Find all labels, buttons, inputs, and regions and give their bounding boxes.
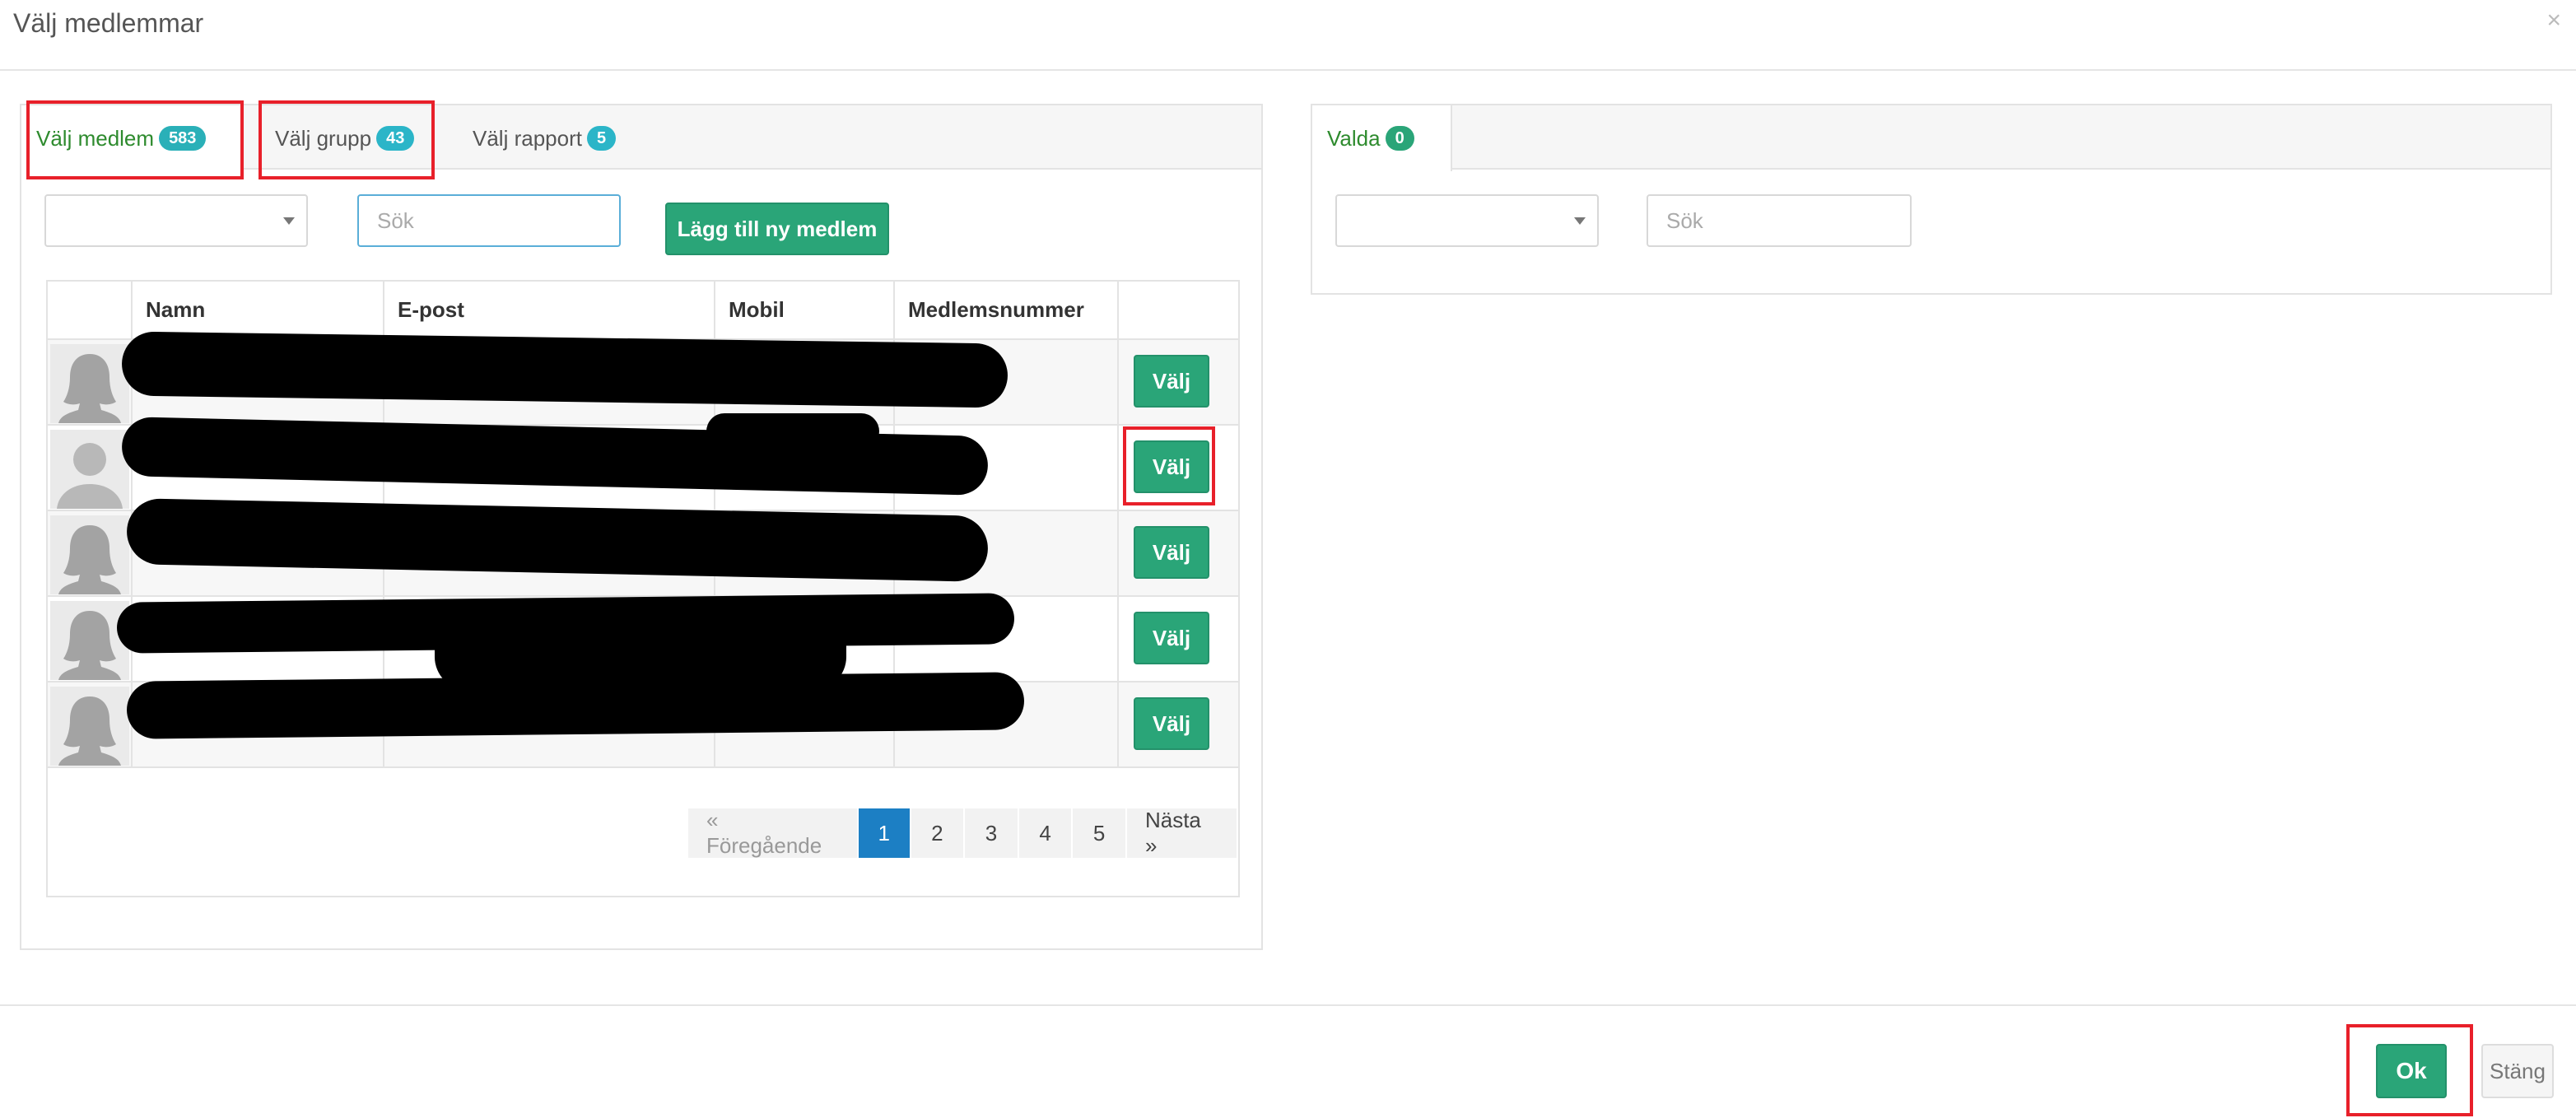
member-number-cell bbox=[894, 425, 1119, 511]
selected-search-input[interactable] bbox=[1647, 194, 1912, 247]
tab-count-badge: 43 bbox=[376, 126, 415, 151]
mobile-cell bbox=[715, 510, 895, 597]
select-member-button[interactable]: Välj bbox=[1134, 355, 1209, 408]
tab-count-badge: 0 bbox=[1385, 126, 1414, 151]
select-member-button[interactable]: Välj bbox=[1134, 526, 1209, 579]
male-avatar-icon bbox=[49, 430, 129, 509]
member-filter-select[interactable] bbox=[44, 194, 308, 247]
select-member-button[interactable]: Välj bbox=[1134, 440, 1209, 493]
close-button[interactable]: Stäng bbox=[2481, 1044, 2554, 1098]
action-cell: Välj bbox=[1118, 339, 1238, 426]
pagination-page-4[interactable]: 4 bbox=[1018, 808, 1074, 858]
email-cell bbox=[384, 425, 715, 511]
member-number-cell bbox=[894, 682, 1119, 768]
email-cell bbox=[384, 339, 715, 426]
email-cell bbox=[384, 510, 715, 597]
female-avatar-icon bbox=[49, 601, 129, 680]
avatar-cell bbox=[48, 339, 133, 426]
column-header-member-number: Medlemsnummer bbox=[894, 282, 1119, 340]
action-cell: Välj bbox=[1118, 682, 1238, 768]
select-member-button[interactable]: Välj bbox=[1134, 697, 1209, 750]
email-cell bbox=[384, 596, 715, 682]
pagination-page-1[interactable]: 1 bbox=[858, 808, 911, 858]
member-number-cell bbox=[894, 596, 1119, 682]
pagination-page-3[interactable]: 3 bbox=[965, 808, 1019, 858]
table-row: Välj bbox=[48, 682, 1238, 768]
member-search-input[interactable] bbox=[357, 194, 621, 247]
member-number-cell bbox=[894, 339, 1119, 426]
name-cell bbox=[132, 682, 384, 768]
pagination-page-2[interactable]: 2 bbox=[911, 808, 966, 858]
name-cell bbox=[132, 596, 384, 682]
name-cell bbox=[132, 510, 384, 597]
tab-valda[interactable]: Valda 0 bbox=[1312, 105, 1452, 171]
chevron-down-icon bbox=[283, 217, 295, 225]
tab-count-badge: 583 bbox=[159, 126, 207, 151]
pagination-page-5[interactable]: 5 bbox=[1073, 808, 1127, 858]
female-avatar-icon bbox=[49, 687, 129, 766]
selected-filter-select[interactable] bbox=[1335, 194, 1599, 247]
avatar-cell bbox=[48, 596, 133, 682]
table-row: Välj bbox=[48, 339, 1238, 426]
add-member-button[interactable]: Lägg till ny medlem bbox=[665, 203, 889, 255]
female-avatar-icon bbox=[49, 515, 129, 594]
header-divider bbox=[0, 69, 2576, 71]
table-row: Välj bbox=[48, 596, 1238, 682]
mobile-cell bbox=[715, 596, 895, 682]
table-row: Välj bbox=[48, 425, 1238, 511]
tab-label: Välj grupp bbox=[275, 125, 372, 151]
select-member-button[interactable]: Välj bbox=[1134, 612, 1209, 664]
column-header-email: E-post bbox=[384, 282, 715, 340]
female-avatar-icon bbox=[49, 344, 129, 423]
modal-title: Välj medlemmar bbox=[13, 8, 204, 38]
email-cell bbox=[384, 682, 715, 768]
member-selection-panel: Välj medlem 583 Välj grupp 43 Välj rappo… bbox=[20, 104, 1263, 950]
mobile-cell bbox=[715, 339, 895, 426]
avatar-cell bbox=[48, 510, 133, 597]
column-header-action bbox=[1118, 282, 1238, 340]
pagination: « Föregående 1 2 3 4 5 Nästa » bbox=[688, 808, 1239, 858]
tab-valj-rapport[interactable]: Välj rapport 5 bbox=[458, 105, 639, 171]
tab-valj-grupp[interactable]: Välj grupp 43 bbox=[260, 105, 433, 171]
pagination-previous[interactable]: « Föregående bbox=[688, 808, 859, 858]
mobile-cell bbox=[715, 425, 895, 511]
selected-tabbar: Valda 0 bbox=[1312, 105, 2550, 171]
pagination-next[interactable]: Nästa » bbox=[1126, 808, 1239, 858]
action-cell: Välj bbox=[1118, 425, 1238, 511]
member-table: Namn E-post Mobil Medlemsnummer Välj Välj… bbox=[46, 280, 1240, 897]
mobile-cell bbox=[715, 682, 895, 768]
avatar-cell bbox=[48, 425, 133, 511]
member-number-cell bbox=[894, 510, 1119, 597]
name-cell bbox=[132, 339, 384, 426]
tab-label: Valda bbox=[1327, 125, 1381, 151]
tab-valj-medlem[interactable]: Välj medlem 583 bbox=[21, 105, 244, 171]
chevron-down-icon bbox=[1574, 217, 1586, 225]
avatar-cell bbox=[48, 682, 133, 768]
tab-count-badge: 5 bbox=[586, 126, 617, 151]
close-icon[interactable]: × bbox=[2546, 7, 2561, 35]
table-row: Välj bbox=[48, 510, 1238, 597]
column-header-mobile: Mobil bbox=[715, 282, 895, 340]
action-cell: Välj bbox=[1118, 510, 1238, 597]
ok-button[interactable]: Ok bbox=[2376, 1044, 2447, 1098]
name-cell bbox=[132, 425, 384, 511]
selected-members-panel: Valda 0 bbox=[1311, 104, 2552, 295]
footer-divider bbox=[0, 1004, 2576, 1006]
tab-label: Välj rapport bbox=[473, 125, 582, 151]
action-cell: Välj bbox=[1118, 596, 1238, 682]
member-tabbar: Välj medlem 583 Välj grupp 43 Välj rappo… bbox=[21, 105, 1261, 171]
column-header-avatar bbox=[48, 282, 133, 340]
tab-label: Välj medlem bbox=[36, 125, 155, 151]
column-header-name: Namn bbox=[132, 282, 384, 340]
